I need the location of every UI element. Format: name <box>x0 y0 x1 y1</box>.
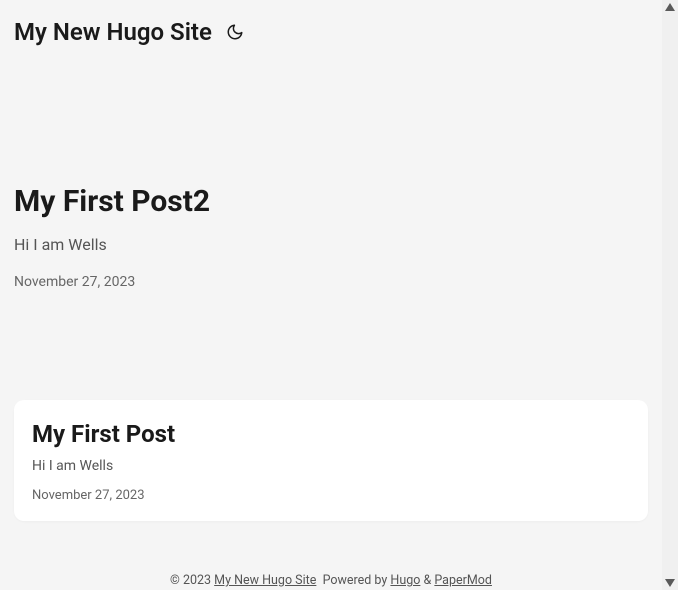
featured-post-title: My First Post2 <box>14 184 648 219</box>
papermod-link[interactable]: PaperMod <box>434 573 492 588</box>
featured-post-summary: Hi I am Wells <box>14 235 648 254</box>
post-card-date: November 27, 2023 <box>32 488 630 503</box>
ampersand: & <box>420 573 434 588</box>
hugo-link[interactable]: Hugo <box>390 573 420 588</box>
post-card[interactable]: My First Post Hi I am Wells November 27,… <box>14 400 648 521</box>
copyright-prefix: © 2023 <box>170 573 214 588</box>
scroll-up-arrow-icon[interactable] <box>665 3 675 11</box>
scrollbar-track[interactable] <box>662 0 678 590</box>
theme-toggle-button[interactable] <box>224 21 246 43</box>
scroll-down-arrow-icon[interactable] <box>665 579 675 587</box>
featured-post[interactable]: My First Post2 Hi I am Wells November 27… <box>14 64 648 330</box>
site-header: My New Hugo Site <box>0 0 662 64</box>
page-wrapper: My New Hugo Site My First Post2 Hi I am … <box>0 0 662 590</box>
powered-prefix: Powered by <box>323 573 391 588</box>
footer-site-link[interactable]: My New Hugo Site <box>214 573 316 588</box>
main-content: My First Post2 Hi I am Wells November 27… <box>0 64 662 521</box>
post-card-title: My First Post <box>32 420 630 448</box>
site-title-link[interactable]: My New Hugo Site <box>14 18 212 46</box>
featured-post-date: November 27, 2023 <box>14 274 648 290</box>
post-card-summary: Hi I am Wells <box>32 458 630 474</box>
moon-icon <box>226 23 244 41</box>
site-footer: © 2023 My New Hugo Site Powered by Hugo … <box>0 551 662 590</box>
